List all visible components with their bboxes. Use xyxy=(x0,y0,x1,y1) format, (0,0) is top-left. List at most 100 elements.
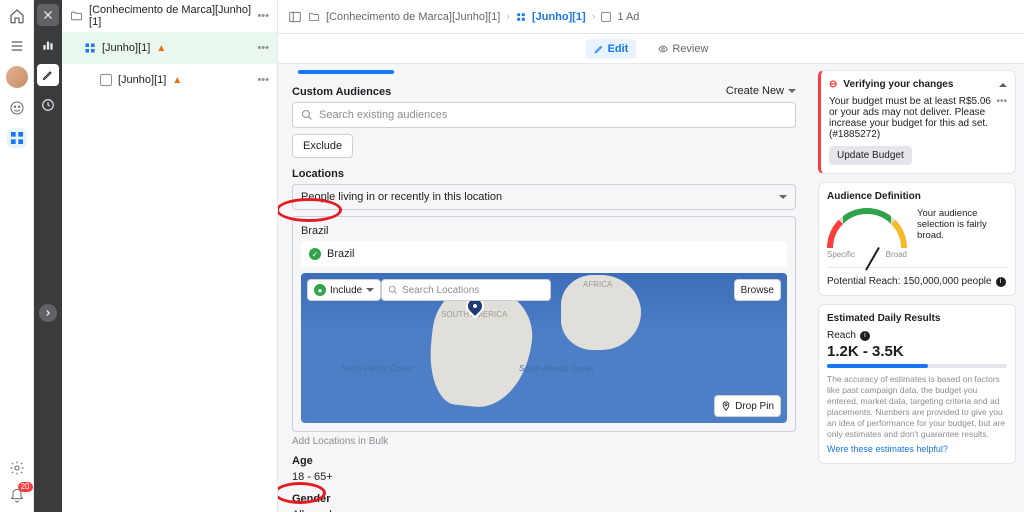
search-audiences-input[interactable]: Search existing audiences xyxy=(292,102,796,128)
create-new-label: Create New xyxy=(726,85,784,97)
pencil-icon[interactable] xyxy=(37,64,59,86)
age-value[interactable]: 18 - 65+ xyxy=(292,471,796,483)
chevron-right-icon: › xyxy=(506,11,510,23)
campaign-tree: [Conhecimento de Marca][Junho][1] ••• [J… xyxy=(62,0,278,512)
exclude-button[interactable]: Exclude xyxy=(292,134,353,158)
caret-down-icon xyxy=(788,89,796,97)
tree-adset-row[interactable]: [Junho][1] ▲ ••• xyxy=(62,32,277,64)
more-icon[interactable]: ••• xyxy=(996,96,1007,107)
include-dropdown[interactable]: ● Include xyxy=(307,279,381,301)
error-icon: ⊖ xyxy=(829,79,837,90)
country-chip[interactable]: ✓Brazil xyxy=(301,241,787,267)
search-icon xyxy=(388,285,398,295)
verify-changes-card: ⊖ Verifying your changes Your budget must… xyxy=(818,70,1016,174)
tree-adset-label: [Junho][1] xyxy=(102,42,150,54)
crumb-campaign[interactable]: [Conhecimento de Marca][Junho][1] xyxy=(326,11,500,23)
browse-button[interactable]: Browse xyxy=(734,279,781,301)
caret-down-icon xyxy=(779,195,787,203)
search-locations-placeholder: Search Locations xyxy=(402,285,479,296)
clock-icon[interactable] xyxy=(39,96,57,114)
verify-message: Your budget must be at least R$5.06 or y… xyxy=(829,96,992,140)
more-icon[interactable]: ••• xyxy=(257,42,269,54)
reach-value: 1.2K - 3.5K xyxy=(827,343,1007,360)
warning-icon: ▲ xyxy=(156,43,166,54)
search-locations-input[interactable]: Search Locations xyxy=(381,279,551,301)
folder-icon xyxy=(70,9,83,23)
pencil-icon xyxy=(594,44,604,54)
side-column: ⊖ Verifying your changes Your budget must… xyxy=(810,64,1024,512)
more-icon[interactable]: ••• xyxy=(257,74,269,86)
breadcrumb: [Conhecimento de Marca][Junho][1] › [Jun… xyxy=(278,0,1024,34)
reach-label: Reach xyxy=(827,330,856,341)
gauge-label-broad: Broad xyxy=(886,250,907,259)
content-panes: Custom Audiences Create New Search exist… xyxy=(278,64,1024,512)
global-nav-rail: 20 xyxy=(0,0,34,512)
location-mode-select[interactable]: People living in or recently in this loc… xyxy=(292,184,796,210)
caret-down-icon xyxy=(366,288,374,296)
gear-icon[interactable] xyxy=(7,458,27,478)
eye-icon xyxy=(658,44,668,54)
close-icon[interactable] xyxy=(37,4,59,26)
crumb-adset[interactable]: [Junho][1] xyxy=(532,11,586,23)
chart-icon[interactable] xyxy=(39,36,57,54)
verify-title: Verifying your changes xyxy=(843,79,953,90)
pin-icon: ● xyxy=(314,284,326,296)
tree-ad-label: [Junho][1] xyxy=(118,74,166,86)
tab-edit-label: Edit xyxy=(608,43,629,55)
notif-count: 20 xyxy=(18,482,33,492)
tree-ad-row[interactable]: [Junho][1] ▲ ••• xyxy=(62,64,277,96)
gauge-label-specific: Specific xyxy=(827,250,855,259)
grid-icon[interactable] xyxy=(7,128,27,148)
create-new-dropdown[interactable]: Create New xyxy=(726,85,796,97)
folder-icon xyxy=(308,11,320,23)
info-icon[interactable]: i xyxy=(996,277,1006,287)
update-budget-button[interactable]: Update Budget xyxy=(829,146,912,165)
tab-review[interactable]: Review xyxy=(650,39,716,59)
notifications-icon[interactable]: 20 xyxy=(7,486,27,506)
tree-campaign-label: [Conhecimento de Marca][Junho][1] xyxy=(89,4,251,28)
helpful-link[interactable]: Were these estimates helpful? xyxy=(827,444,948,454)
potential-reach: Potential Reach: 150,000,000 peoplei xyxy=(827,276,1007,287)
location-box: Brazil ✓Brazil SOUTH AMERICA AFRICA Sout… xyxy=(292,216,796,432)
tab-edit[interactable]: Edit xyxy=(586,39,637,59)
mode-tabs: Edit Review xyxy=(278,34,1024,64)
reach-bar xyxy=(827,364,1007,368)
section-locations: Locations xyxy=(292,168,796,180)
ad-icon xyxy=(100,74,112,86)
chevron-right-icon[interactable] xyxy=(39,304,57,322)
chevron-up-icon[interactable] xyxy=(999,79,1007,87)
tab-review-label: Review xyxy=(672,43,708,55)
section-custom-audiences: Custom Audiences xyxy=(292,86,391,98)
estimated-results-card: Estimated Daily Results Reachi 1.2K - 3.… xyxy=(818,304,1016,464)
more-icon[interactable]: ••• xyxy=(257,10,269,22)
map-label: South Atlantic Ocean xyxy=(519,365,594,374)
drop-pin-button[interactable]: Drop Pin xyxy=(714,395,781,417)
adset-icon xyxy=(516,12,526,22)
crumb-ad[interactable]: 1 Ad xyxy=(617,11,639,23)
editor-rail xyxy=(34,0,62,512)
menu-icon[interactable] xyxy=(7,36,27,56)
chevron-right-icon: › xyxy=(592,11,596,23)
face-icon[interactable] xyxy=(7,98,27,118)
ad-icon xyxy=(601,12,611,22)
country-chip-label: Brazil xyxy=(327,248,355,260)
home-icon[interactable] xyxy=(7,6,27,26)
audience-definition-card: Audience Definition SpecificBroad Your a… xyxy=(818,182,1016,296)
adset-form: Custom Audiences Create New Search exist… xyxy=(278,64,810,512)
active-section-indicator xyxy=(298,70,394,74)
add-locations-bulk-link[interactable]: Add Locations in Bulk xyxy=(292,436,796,447)
adset-icon xyxy=(84,42,96,54)
search-icon xyxy=(301,109,313,121)
location-map[interactable]: SOUTH AMERICA AFRICA South Pacific Ocean… xyxy=(301,273,787,423)
country-label: Brazil xyxy=(301,225,787,237)
include-label: Include xyxy=(330,285,362,296)
avatar[interactable] xyxy=(6,66,28,88)
panel-toggle-icon[interactable] xyxy=(288,10,302,24)
pin-icon xyxy=(721,401,731,411)
info-icon[interactable]: i xyxy=(860,331,870,341)
tree-campaign-row[interactable]: [Conhecimento de Marca][Junho][1] ••• xyxy=(62,0,277,32)
section-gender: Gender xyxy=(292,493,796,505)
audience-msg: Your audience selection is fairly broad. xyxy=(917,208,1007,241)
audience-gauge xyxy=(827,208,907,250)
warning-icon: ▲ xyxy=(172,75,182,86)
